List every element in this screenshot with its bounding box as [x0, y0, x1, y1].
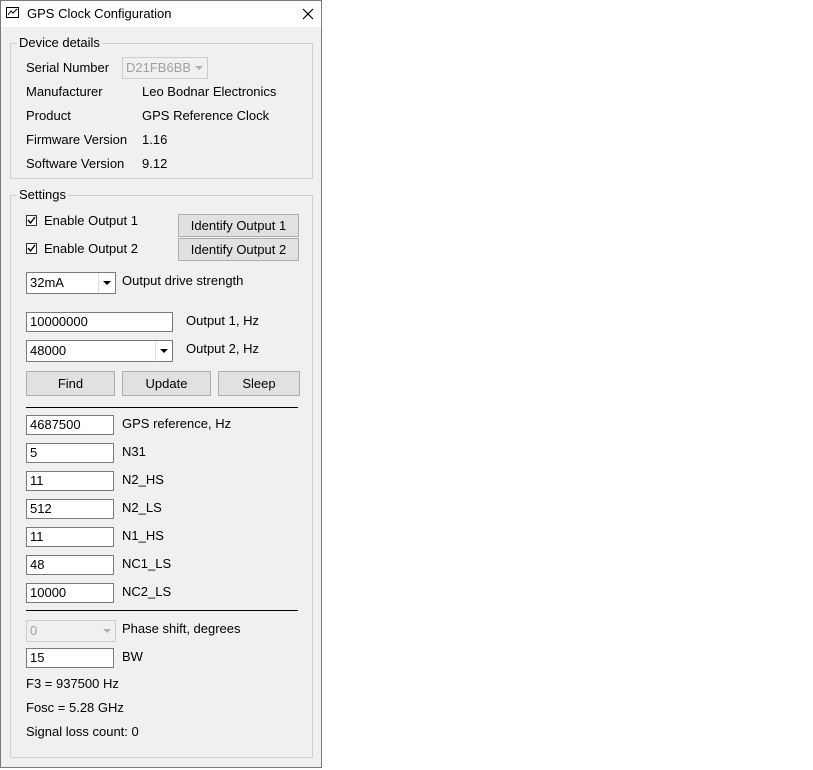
phase-shift-value: 0 — [30, 623, 38, 638]
gps-reference-input[interactable]: 4687500 — [26, 415, 114, 435]
drive-strength-combo[interactable]: 32mA — [26, 272, 116, 294]
phase-shift-label: Phase shift, degrees — [122, 621, 241, 636]
settings-legend: Settings — [17, 187, 68, 202]
output1-hz-input[interactable]: 10000000 — [26, 312, 173, 332]
identify-output1-button[interactable]: Identify Output 1 — [178, 214, 299, 237]
n2-ls-label: N2_LS — [122, 500, 162, 515]
find-button[interactable]: Find — [26, 371, 115, 396]
output2-hz-value: 48000 — [30, 343, 67, 358]
chevron-down-icon — [98, 621, 115, 641]
nc1-ls-input[interactable]: 48 — [26, 555, 114, 575]
drive-strength-value: 32mA — [30, 275, 64, 290]
checkmark-icon — [27, 244, 36, 253]
nc2-ls-label: NC2_LS — [122, 584, 172, 599]
bw-input[interactable]: 15 — [26, 648, 114, 668]
enable-output2-label[interactable]: Enable Output 2 — [44, 241, 138, 256]
update-button[interactable]: Update — [122, 371, 211, 396]
identify-output2-button[interactable]: Identify Output 2 — [178, 238, 299, 261]
app-monitor-icon — [6, 7, 19, 18]
output2-hz-combo[interactable]: 48000 — [26, 340, 173, 362]
checkmark-icon — [27, 216, 36, 225]
enable-output2-checkbox[interactable] — [26, 243, 37, 254]
nc2-ls-input[interactable]: 10000 — [26, 583, 114, 603]
product-value: GPS Reference Clock — [142, 108, 270, 123]
chevron-down-icon[interactable] — [98, 273, 115, 293]
output1-hz-label: Output 1, Hz — [186, 313, 259, 328]
chevron-down-icon — [190, 58, 207, 78]
close-icon[interactable] — [299, 5, 317, 23]
sleep-button[interactable]: Sleep — [218, 371, 300, 396]
drive-strength-label: Output drive strength — [122, 273, 244, 288]
firmware-version-label: Firmware Version — [26, 132, 128, 147]
n1-hs-input[interactable]: 11 — [26, 527, 114, 547]
window-title: GPS Clock Configuration — [27, 6, 172, 21]
enable-output1-label[interactable]: Enable Output 1 — [44, 213, 138, 228]
software-version-value: 9.12 — [142, 156, 168, 171]
n31-input[interactable]: 5 — [26, 443, 114, 463]
n1-hs-label: N1_HS — [122, 528, 164, 543]
firmware-version-value: 1.16 — [142, 132, 168, 147]
chevron-down-icon[interactable] — [155, 341, 172, 361]
bw-label: BW — [122, 649, 143, 664]
fosc-readout: Fosc = 5.28 GHz — [26, 700, 124, 715]
n2-hs-input[interactable]: 11 — [26, 471, 114, 491]
enable-output1-checkbox[interactable] — [26, 215, 37, 226]
serial-number-value: D21FB6BB — [126, 60, 192, 75]
f3-readout: F3 = 937500 Hz — [26, 676, 119, 691]
product-label: Product — [26, 108, 71, 123]
separator-line — [26, 407, 298, 408]
nc1-ls-label: NC1_LS — [122, 556, 172, 571]
device-details-legend: Device details — [17, 35, 102, 50]
n2-ls-input[interactable]: 512 — [26, 499, 114, 519]
signal-loss-readout: Signal loss count: 0 — [26, 724, 139, 739]
n2-hs-label: N2_HS — [122, 472, 164, 487]
manufacturer-label: Manufacturer — [26, 84, 103, 99]
manufacturer-value: Leo Bodnar Electronics — [142, 84, 277, 99]
separator-line — [26, 610, 298, 611]
gps-reference-label: GPS reference, Hz — [122, 416, 232, 431]
serial-number-label: Serial Number — [26, 60, 110, 75]
serial-number-combo[interactable]: D21FB6BB — [122, 57, 208, 79]
output2-hz-label: Output 2, Hz — [186, 341, 259, 356]
title-bar[interactable]: GPS Clock Configuration — [1, 1, 321, 27]
software-version-label: Software Version — [26, 156, 125, 171]
gps-clock-window: GPS Clock Configuration Device details S… — [0, 0, 322, 768]
phase-shift-combo[interactable]: 0 — [26, 620, 116, 642]
n31-label: N31 — [122, 444, 146, 459]
